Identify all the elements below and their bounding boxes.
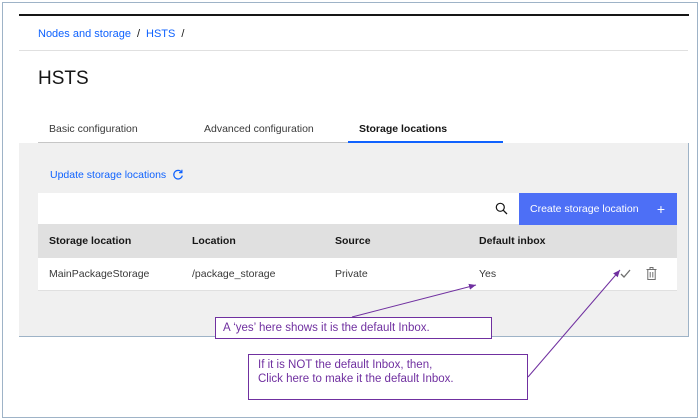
annotation-default-inbox-callout: A ‘yes’ here shows it is the default Inb… — [215, 317, 492, 339]
callout2-line2: Click here to make it the default Inbox. — [258, 373, 454, 385]
callout2-line1: If it is NOT the default Inbox, then, — [258, 359, 433, 371]
callout1-text: A ‘yes’ here shows it is the default Inb… — [223, 322, 430, 334]
annotation-set-default-callout: If it is NOT the default Inbox, then, Cl… — [248, 354, 528, 400]
